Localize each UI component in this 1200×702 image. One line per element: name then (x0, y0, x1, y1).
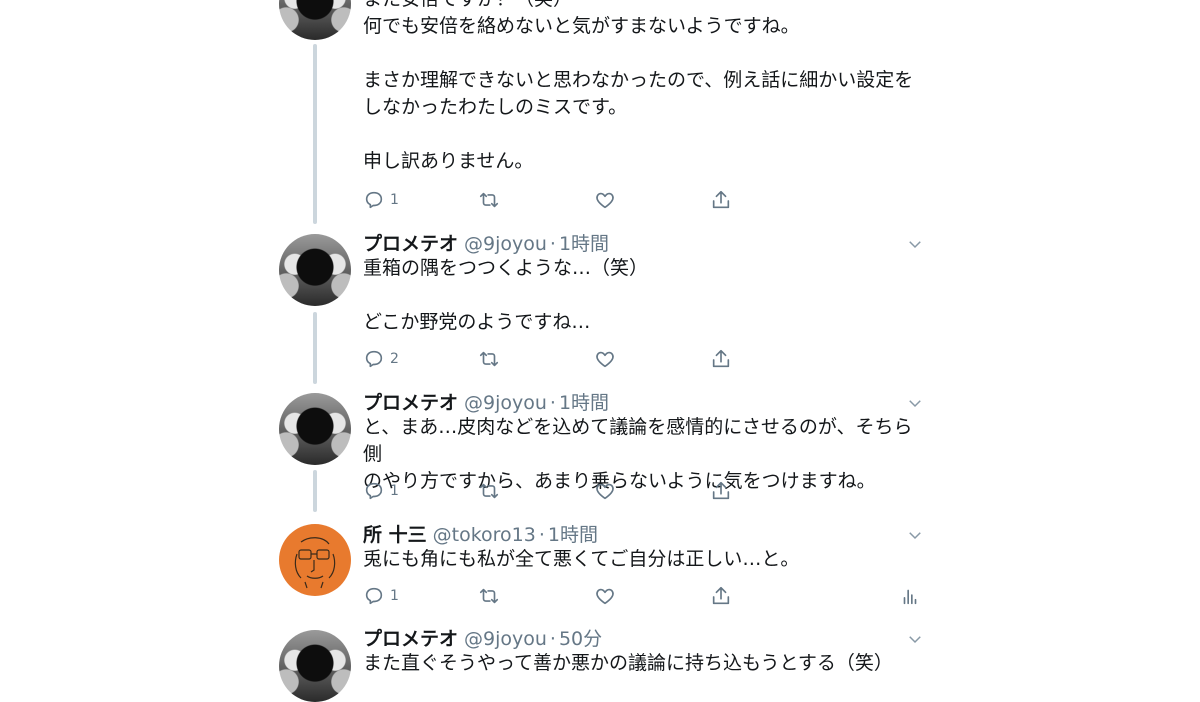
tweet-header: プロメテオ @9joyou · 1時間 (363, 388, 923, 414)
tweet-header: プロメテオ @9joyou · 1時間 (363, 229, 923, 255)
like-icon (596, 483, 614, 500)
like-icon (596, 192, 614, 209)
retweet-icon (479, 483, 499, 499)
tweet-actions: 1 (363, 585, 923, 609)
tweet-actions: 2 (363, 348, 923, 372)
like-button[interactable] (594, 585, 616, 607)
retweet-button[interactable] (478, 585, 500, 607)
display-name[interactable]: プロメテオ (363, 388, 458, 415)
retweet-button[interactable] (478, 480, 500, 502)
chevron-down-icon[interactable] (906, 394, 924, 412)
separator: · (538, 524, 545, 546)
avatar[interactable] (279, 630, 351, 702)
avatar[interactable] (279, 524, 351, 596)
like-button[interactable] (594, 480, 616, 502)
tweet-header: プロメテオ @9joyou · 50分 (363, 624, 923, 650)
reply-button[interactable]: 2 (363, 348, 399, 370)
retweet-icon (479, 351, 499, 367)
avatar[interactable] (279, 393, 351, 465)
reply-button[interactable]: 1 (363, 585, 399, 607)
analytics-icon (903, 589, 917, 605)
share-button[interactable] (710, 585, 732, 607)
timestamp[interactable]: 1時間 (548, 520, 598, 547)
tweet-text: 重箱の隅をつつくような…（笑） どこか野党のようですね… (363, 257, 649, 333)
chevron-down-icon[interactable] (906, 630, 924, 648)
like-icon (596, 588, 614, 605)
reply-count: 2 (390, 351, 399, 367)
display-name[interactable]: プロメテオ (363, 624, 458, 651)
display-name[interactable]: プロメテオ (363, 229, 458, 256)
thread-line (313, 470, 317, 512)
chevron-down-icon[interactable] (906, 526, 924, 544)
retweet-button[interactable] (478, 189, 500, 211)
share-icon (712, 586, 730, 605)
tweet-text-partial: また安倍ですか？（笑） (363, 0, 923, 13)
like-button[interactable] (594, 189, 616, 211)
share-icon (712, 481, 730, 500)
tweet-text: また直ぐそうやって善か悪かの議論に持ち込もうとする（笑） (363, 652, 893, 674)
like-icon (596, 351, 614, 368)
retweet-icon (479, 192, 499, 208)
tweet-actions: 1 (363, 189, 923, 213)
separator: · (549, 392, 556, 414)
reply-button[interactable]: 1 (363, 189, 399, 211)
timestamp[interactable]: 1時間 (559, 229, 609, 256)
display-name[interactable]: 所 十三 (363, 520, 427, 547)
share-icon (712, 349, 730, 368)
chevron-down-icon[interactable] (906, 235, 924, 253)
user-handle[interactable]: @9joyou (464, 628, 547, 650)
share-button[interactable] (710, 189, 732, 211)
tweet-header: 所 十三 @tokoro13 · 1時間 (363, 520, 923, 546)
tweet: 所 十三 @tokoro13 · 1時間 兎にも角にも私が全て悪くてご自分は正し… (363, 520, 923, 573)
share-button[interactable] (710, 348, 732, 370)
reply-button[interactable]: 1 (363, 480, 399, 502)
share-button[interactable] (710, 480, 732, 502)
user-handle[interactable]: @tokoro13 (433, 524, 536, 546)
avatar[interactable] (279, 234, 351, 306)
reply-count: 1 (390, 588, 399, 604)
reply-count: 1 (390, 192, 399, 208)
thread-line (313, 312, 317, 384)
tweet-text: 兎にも角にも私が全て悪くてご自分は正しい…と。 (363, 548, 800, 570)
sketch-face-icon (294, 537, 336, 589)
tweet-text: 何でも安倍を絡めないと気がすまないようですね。 まさか理解できないと思わなかった… (363, 15, 914, 172)
reply-icon (365, 587, 383, 605)
tweet: プロメテオ @9joyou · 50分 また直ぐそうやって善か悪かの議論に持ち込… (363, 624, 923, 677)
timestamp[interactable]: 1時間 (559, 388, 609, 415)
avatar[interactable] (279, 0, 351, 40)
tweet: また安倍ですか？（笑） 何でも安倍を絡めないと気がすまないようですね。 まさか理… (363, 0, 923, 175)
tweet: プロメテオ @9joyou · 1時間 重箱の隅をつつくような…（笑） どこか野… (363, 229, 923, 336)
tweet: プロメテオ @9joyou · 1時間 と、まあ…皮肉などを込めて議論を感情的に… (363, 388, 923, 495)
reply-icon (365, 482, 383, 500)
user-handle[interactable]: @9joyou (464, 233, 547, 255)
separator: · (549, 233, 556, 255)
timestamp[interactable]: 50分 (559, 624, 602, 651)
reply-icon (365, 350, 383, 368)
reply-icon (365, 191, 383, 209)
separator: · (549, 628, 556, 650)
like-button[interactable] (594, 348, 616, 370)
thread-line (313, 44, 317, 224)
reply-count: 1 (390, 483, 399, 499)
retweet-button[interactable] (478, 348, 500, 370)
user-handle[interactable]: @9joyou (464, 392, 547, 414)
analytics-button[interactable] (899, 585, 921, 607)
tweet-actions: 1 (363, 480, 923, 504)
retweet-icon (479, 588, 499, 604)
share-icon (712, 190, 730, 209)
